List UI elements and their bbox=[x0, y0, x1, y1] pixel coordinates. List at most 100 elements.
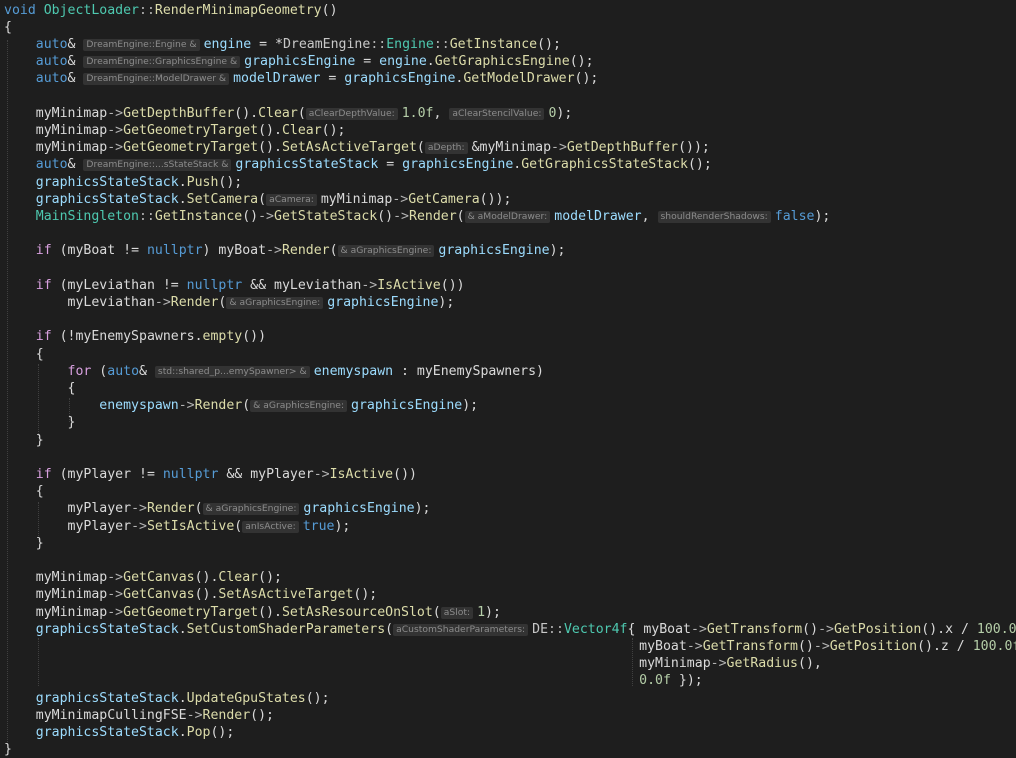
code-token: SetAsActiveTarget bbox=[281, 140, 417, 156]
code-token: graphicsEngine bbox=[351, 398, 463, 414]
code-line[interactable]: } bbox=[4, 741, 12, 758]
code-token: (). bbox=[258, 140, 282, 156]
code-line[interactable]: { bbox=[4, 380, 76, 397]
code-token: -> bbox=[686, 638, 703, 654]
code-line[interactable]: graphicsStateStack.Push(); bbox=[4, 174, 242, 191]
code-token: GetInstance bbox=[154, 208, 243, 224]
code-token: graphicsEngine bbox=[244, 54, 356, 70]
code-line[interactable]: myPlayer->Render(& aGraphicsEngine: graph… bbox=[4, 500, 431, 517]
code-token: auto bbox=[35, 36, 68, 52]
code-token: GetPosition bbox=[829, 638, 918, 654]
code-line[interactable]: MainSingleton::GetInstance()->GetStateSt… bbox=[4, 208, 831, 225]
code-token: GetTransform bbox=[702, 638, 798, 654]
code-token: != bbox=[154, 277, 187, 293]
code-line[interactable]: graphicsStateStack.Pop(); bbox=[4, 724, 235, 741]
code-line[interactable]: } bbox=[4, 414, 76, 431]
code-token: = bbox=[320, 71, 345, 87]
code-line[interactable]: { bbox=[4, 19, 12, 36]
code-token: myPlayer bbox=[67, 466, 132, 482]
code-token: -> bbox=[186, 707, 203, 723]
code-token: (); bbox=[574, 71, 599, 87]
code-line[interactable]: myMinimap->GetCanvas().SetAsActiveTarget… bbox=[4, 586, 377, 603]
code-line[interactable]: { bbox=[4, 346, 44, 363]
code-line[interactable]: myMinimap->GetGeometryTarget().SetAsActi… bbox=[4, 139, 710, 156]
code-token: ( bbox=[297, 105, 306, 121]
code-line[interactable]: { bbox=[4, 483, 44, 500]
code-line[interactable]: void ObjectLoader::RenderMinimapGeometry… bbox=[4, 2, 338, 19]
code-line[interactable]: myMinimapCullingFSE->Render(); bbox=[4, 707, 274, 724]
code-token: 0.0f bbox=[639, 673, 671, 689]
code-token: :: bbox=[370, 36, 387, 52]
code-editor[interactable]: void ObjectLoader::RenderMinimapGeometry… bbox=[0, 0, 1016, 758]
code-line[interactable]: } bbox=[4, 535, 44, 552]
code-token: GetGraphicsEngine bbox=[434, 54, 570, 70]
code-token: ); bbox=[485, 604, 501, 620]
code-token: enemyspawn bbox=[99, 398, 179, 414]
code-token: -> bbox=[107, 570, 124, 586]
code-line[interactable]: graphicsStateStack.SetCustomShaderParame… bbox=[4, 621, 1016, 638]
code-token: myEnemySpawners bbox=[416, 363, 537, 379]
code-token: ); bbox=[556, 105, 573, 121]
code-token: ( bbox=[51, 243, 68, 259]
code-token: GetModelDrawer bbox=[463, 71, 575, 87]
code-line[interactable]: myPlayer->SetIsActive(anIsActive: true); bbox=[4, 518, 351, 535]
code-line[interactable]: auto& DreamEngine::...sStateStack & graph… bbox=[4, 156, 712, 173]
code-token: ( bbox=[234, 518, 243, 534]
code-token: myLeviathan bbox=[274, 277, 362, 293]
code-token: (); bbox=[687, 157, 712, 173]
code-line[interactable]: myMinimap->GetGeometryTarget().SetAsReso… bbox=[4, 604, 501, 621]
code-token: GetInstance bbox=[449, 36, 538, 52]
code-line[interactable]: myLeviathan->Render(& aGraphicsEngine: gr… bbox=[4, 294, 455, 311]
code-token: :: bbox=[139, 2, 155, 18]
code-token: & bbox=[67, 157, 84, 173]
code-line[interactable]: enemyspawn->Render(& aGraphicsEngine: gra… bbox=[4, 397, 478, 414]
code-token: GetTransform bbox=[706, 621, 803, 637]
code-token: } bbox=[4, 535, 44, 551]
inlay-hint: aCamera: bbox=[266, 193, 317, 206]
code-token: ()) bbox=[242, 329, 267, 345]
code-token: if bbox=[35, 466, 52, 482]
code-line[interactable]: if (!myEnemySpawners.empty()) bbox=[4, 328, 266, 345]
code-line[interactable]: graphicsStateStack.SetCamera(aCamera: myM… bbox=[4, 191, 512, 208]
code-line[interactable]: auto& DreamEngine::GraphicsEngine & graph… bbox=[4, 53, 594, 70]
code-token: (); bbox=[353, 587, 378, 603]
code-token: Clear bbox=[258, 105, 298, 121]
code-line[interactable]: myMinimap->GetGeometryTarget().Clear(); bbox=[4, 122, 346, 139]
code-token: DE bbox=[532, 621, 549, 637]
code-line[interactable]: myMinimap->GetRadius(), bbox=[4, 655, 822, 672]
code-line[interactable]: auto& DreamEngine::ModelDrawer & modelDra… bbox=[4, 70, 599, 87]
code-line[interactable]: if (myLeviathan != nullptr && myLeviatha… bbox=[4, 277, 465, 294]
code-token: Vector4f bbox=[563, 621, 628, 637]
code-line[interactable]: auto& DreamEngine::Engine & engine = *Dre… bbox=[4, 36, 561, 53]
code-token: nullptr bbox=[146, 243, 203, 259]
code-line[interactable]: myMinimap->GetCanvas().Clear(); bbox=[4, 569, 282, 586]
code-token: GetGraphicsStateStack bbox=[521, 157, 688, 173]
inlay-hint: aClearDepthValue: bbox=[305, 107, 398, 120]
code-token: && bbox=[242, 277, 274, 293]
code-token: () bbox=[797, 638, 814, 654]
code-line[interactable]: 0.0f }); bbox=[4, 672, 703, 689]
code-line[interactable]: graphicsStateStack.UpdateGpuStates(); bbox=[4, 690, 330, 707]
code-token: myLeviathan bbox=[67, 277, 155, 293]
code-token: ( bbox=[91, 363, 108, 379]
code-line[interactable]: myBoat->GetTransform()->GetPosition().z … bbox=[4, 638, 1016, 655]
code-token: Clear bbox=[218, 570, 259, 586]
code-token: = * bbox=[251, 36, 283, 52]
code-line[interactable]: for (auto& std::shared_p...emySpawner> &… bbox=[4, 363, 544, 380]
code-token: UpdateGpuStates bbox=[186, 690, 306, 706]
code-line[interactable]: if (myPlayer != nullptr && myPlayer->IsA… bbox=[4, 466, 417, 483]
code-token: myPlayer bbox=[250, 466, 314, 482]
code-token: if bbox=[35, 243, 52, 259]
inlay-hint: aClearStencilValue: bbox=[449, 107, 545, 120]
code-token: -> bbox=[813, 638, 830, 654]
code-line[interactable]: } bbox=[4, 432, 44, 449]
code-token: -> bbox=[392, 191, 409, 207]
code-token: RenderMinimapGeometry bbox=[154, 2, 322, 18]
code-line[interactable]: myMinimap->GetDepthBuffer().Clear(aClear… bbox=[4, 105, 573, 122]
code-token: GetGeometryTarget bbox=[123, 122, 259, 138]
code-token: if bbox=[35, 277, 52, 293]
code-line[interactable]: if (myBoat != nullptr) myBoat->Render(& … bbox=[4, 242, 566, 259]
code-token: false bbox=[774, 208, 815, 224]
